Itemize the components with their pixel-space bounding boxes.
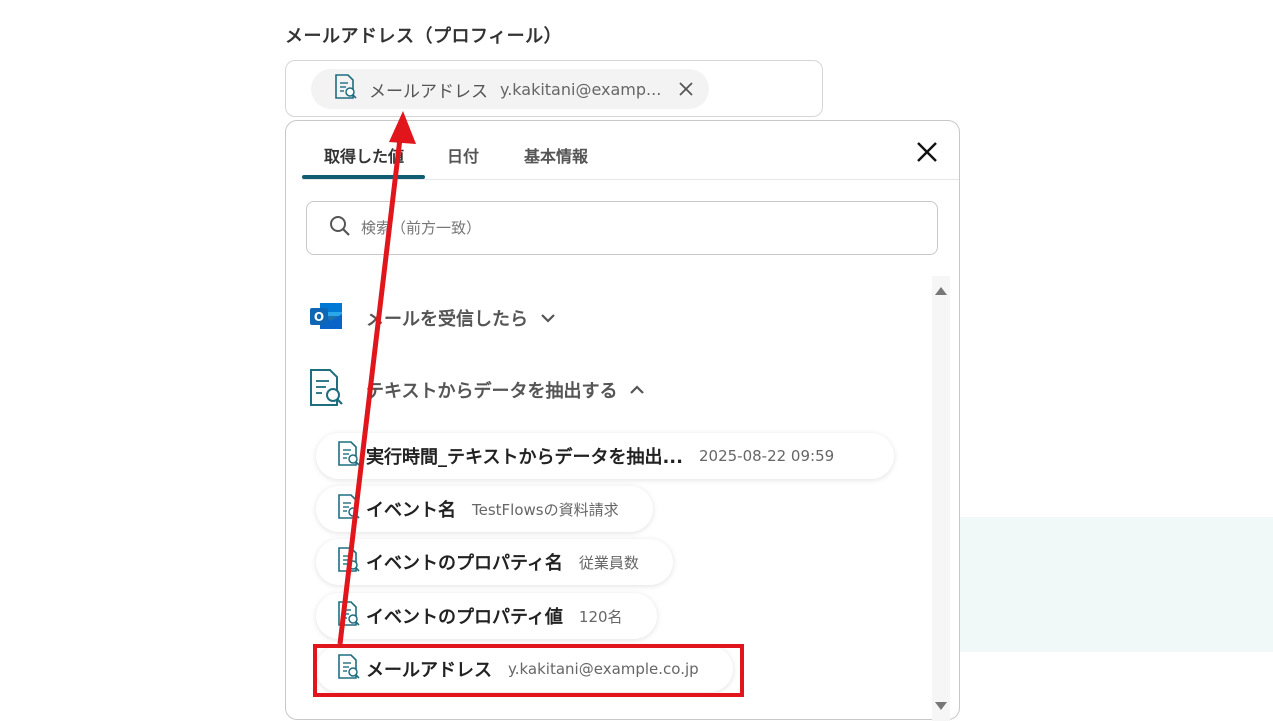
chevron-down-icon xyxy=(540,309,556,328)
annotation-highlight-box xyxy=(313,644,744,697)
item-label: イベント名 xyxy=(366,500,456,521)
value-item-event-name[interactable]: イベント名 TestFlowsの資料請求 xyxy=(316,486,653,532)
item-label: 実行時間_テキストからデータを抽出... xyxy=(366,447,683,468)
value-item-event-property-value[interactable]: イベントのプロパティ値 120名 xyxy=(316,593,657,639)
value-item-execution-time[interactable]: 実行時間_テキストからデータを抽出... 2025-08-22 09:59 xyxy=(316,433,894,479)
item-value: TestFlowsの資料請求 xyxy=(472,500,619,519)
svg-text:O: O xyxy=(314,310,324,324)
active-tab-indicator xyxy=(302,175,425,179)
section-text-extraction[interactable]: テキストからデータを抽出する xyxy=(308,368,645,412)
tab-basic-info[interactable]: 基本情報 xyxy=(524,143,588,167)
chevron-up-icon xyxy=(629,381,645,400)
chip-remove-icon[interactable] xyxy=(678,81,694,97)
document-search-icon xyxy=(333,74,357,104)
section-email-received[interactable]: O メールを受信したら xyxy=(308,298,556,338)
search-box xyxy=(306,201,938,255)
scrollbar[interactable] xyxy=(932,276,950,721)
document-search-icon xyxy=(336,441,360,471)
value-chip[interactable]: メールアドレス y.kakitani@examp... xyxy=(311,69,709,109)
value-picker-dropdown: 取得した値 日付 基本情報 O メ xyxy=(285,120,960,721)
scroll-up-arrow-icon[interactable] xyxy=(934,281,948,300)
document-search-icon xyxy=(336,547,360,577)
tab-date[interactable]: 日付 xyxy=(447,143,479,167)
chip-label: メールアドレス xyxy=(369,81,488,102)
tab-acquired-values[interactable]: 取得した値 xyxy=(324,143,404,167)
item-label: イベントのプロパティ値 xyxy=(366,607,563,628)
close-icon[interactable] xyxy=(916,141,938,167)
search-input[interactable] xyxy=(359,218,863,238)
item-value: 2025-08-22 09:59 xyxy=(698,447,835,465)
value-item-event-property-name[interactable]: イベントのプロパティ名 従業員数 xyxy=(316,539,673,585)
section-label: メールを受信したら xyxy=(366,309,528,330)
chip-value: y.kakitani@examp... xyxy=(500,79,662,99)
section-label: テキストからデータを抽出する xyxy=(366,381,618,402)
background-panel xyxy=(958,517,1273,652)
tab-bar: 取得した値 日付 基本情報 xyxy=(302,121,959,180)
document-search-icon xyxy=(308,368,344,412)
scroll-down-arrow-icon[interactable] xyxy=(934,696,948,715)
document-search-icon xyxy=(336,494,360,524)
item-value: 従業員数 xyxy=(578,553,639,572)
item-label: イベントのプロパティ名 xyxy=(366,553,563,574)
field-label: メールアドレス（プロフィール） xyxy=(285,26,563,47)
search-icon xyxy=(329,215,351,241)
document-search-icon xyxy=(336,601,360,631)
item-value: 120名 xyxy=(578,607,623,626)
outlook-icon: O xyxy=(308,298,344,338)
